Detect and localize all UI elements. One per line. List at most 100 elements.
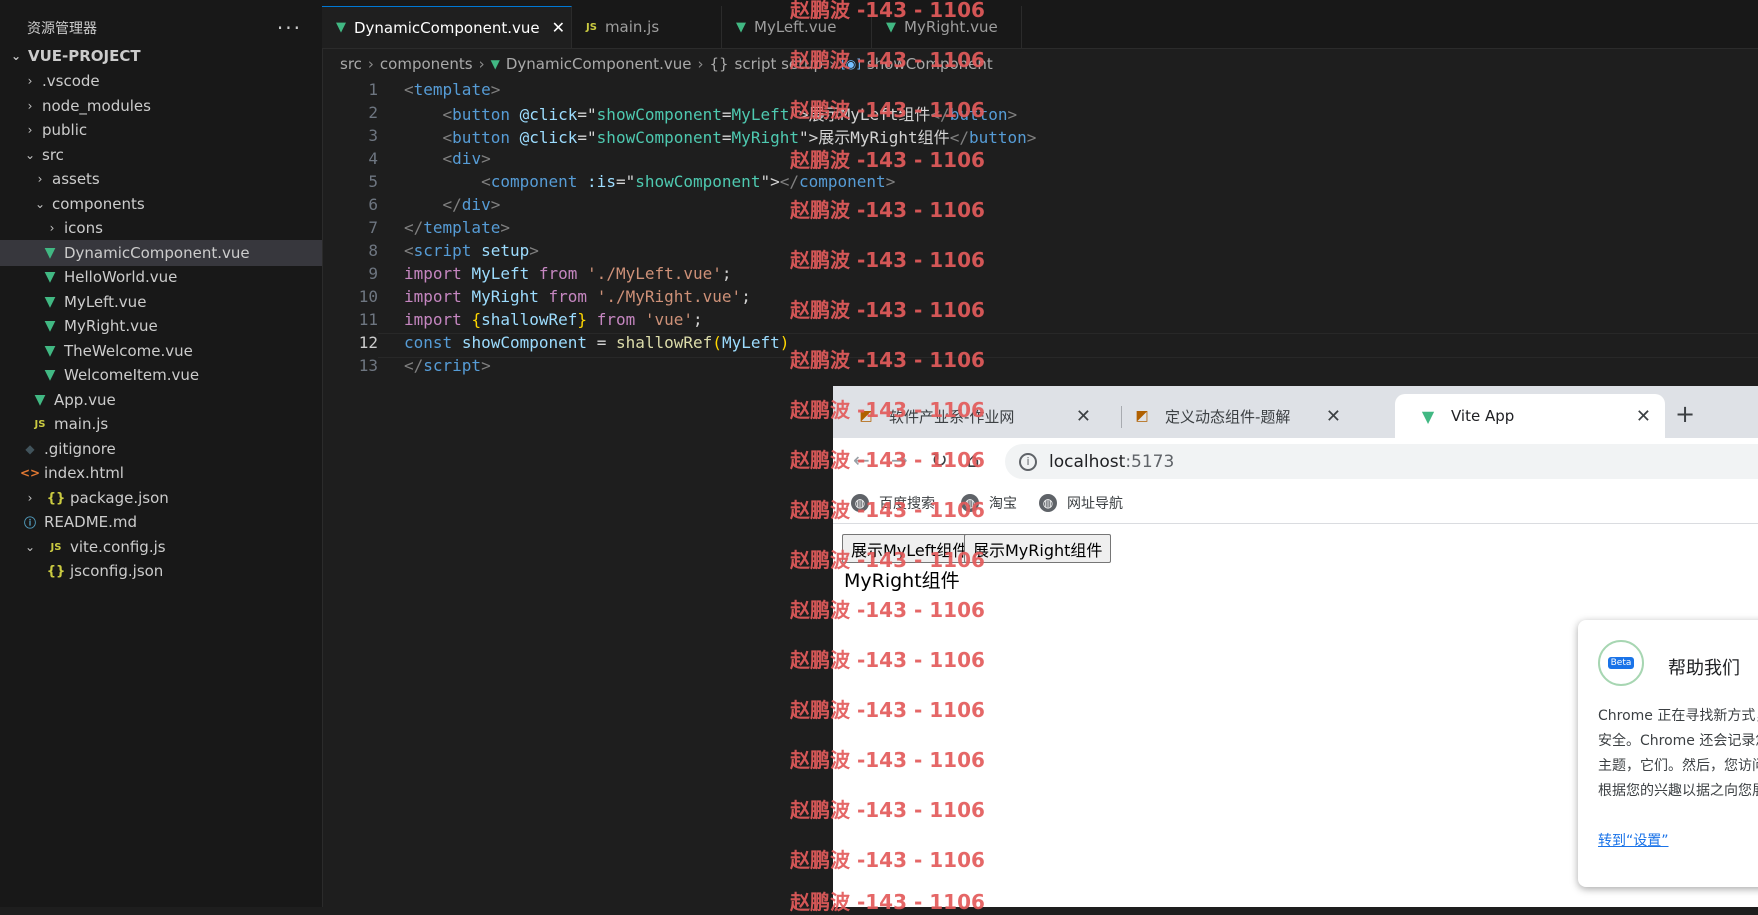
watermark: 赵鹏波 -143 - 1106 (790, 48, 985, 72)
tree-item-vscode[interactable]: › .vscode (0, 68, 322, 94)
globe-icon: ◍ (1039, 494, 1057, 512)
vue-file-icon: ▼ (44, 294, 56, 310)
watermark: 赵鹏波 -143 - 1106 (790, 848, 985, 872)
watermark: 赵鹏波 -143 - 1106 (790, 198, 985, 222)
browser-tab-solution[interactable]: ◩ 定义动态组件-题解 ✕ (1083, 394, 1355, 438)
vue-logo-icon: ▼ (1421, 406, 1435, 426)
tree-item-dynamic-component[interactable]: ▼ DynamicComponent.vue (0, 240, 322, 266)
code-text: </script> (404, 356, 491, 375)
tree-item-myright[interactable]: ▼ MyRight.vue (0, 313, 322, 339)
tree-item-readme[interactable]: ⓘ README.md (0, 509, 322, 535)
tree-item-label: icons (64, 219, 103, 237)
js-file-icon: JS (50, 541, 62, 553)
tree-item-label: src (42, 146, 64, 164)
more-actions-icon[interactable]: ··· (277, 16, 302, 40)
code-text: const showComponent = shallowRef(MyLeft) (404, 333, 790, 352)
line-number: 2 (368, 103, 378, 122)
show-myright-button[interactable]: 展示MyRight组件 (964, 534, 1112, 563)
watermark: 赵鹏波 -143 - 1106 (790, 98, 985, 122)
code-text: <component :is="showComponent"></compone… (481, 172, 896, 191)
close-icon[interactable]: ✕ (1636, 406, 1651, 427)
line-number: 9 (368, 264, 378, 283)
address-bar[interactable]: i localhost:5173 (1005, 444, 1758, 479)
watermark: 赵鹏波 -143 - 1106 (790, 448, 985, 472)
tree-item-node-modules[interactable]: › node_modules (0, 93, 322, 119)
watermark: 赵鹏波 -143 - 1106 (790, 748, 985, 772)
breadcrumb-item[interactable]: DynamicComponent.vue (506, 55, 692, 73)
bookmark-label: 网址导航 (1067, 496, 1123, 512)
code-line: 13 </script> (322, 354, 491, 377)
browser-tab-label: 定义动态组件-题解 (1165, 407, 1291, 426)
site-info-icon[interactable]: i (1019, 452, 1037, 471)
tree-item-src[interactable]: ⌄ src (0, 142, 322, 168)
line-number: 7 (368, 218, 378, 237)
tree-item-thewelcome[interactable]: ▼ TheWelcome.vue (0, 338, 322, 364)
chevron-right-icon: › (27, 123, 33, 137)
code-text: <template> (404, 80, 501, 99)
explorer-title: 资源管理器 (27, 21, 97, 37)
tab-main-js[interactable]: JS main.js (572, 6, 722, 48)
tree-item-label: .gitignore (44, 440, 116, 458)
browser-tab-vite-app[interactable]: ▼ Vite App ✕ (1395, 394, 1665, 438)
close-icon[interactable]: ✕ (1326, 406, 1341, 427)
site-favicon-icon: ◩ (1135, 408, 1149, 424)
js-file-icon: JS (34, 418, 46, 430)
tree-item-label: DynamicComponent.vue (64, 244, 250, 262)
tree-item-index-html[interactable]: <> index.html (0, 460, 322, 486)
line-number: 1 (368, 80, 378, 99)
tree-item-assets[interactable]: › assets (0, 166, 322, 192)
tree-item-label: package.json (70, 489, 169, 507)
tree-item-public[interactable]: › public (0, 117, 322, 143)
project-root[interactable]: ⌄ VUE-PROJECT (0, 43, 322, 69)
tab-dynamic-component[interactable]: ▼ DynamicComponent.vue ✕ (322, 6, 572, 48)
tree-item-welcomeitem[interactable]: ▼ WelcomeItem.vue (0, 362, 322, 388)
tree-item-label: MyLeft.vue (64, 293, 147, 311)
breadcrumb-item[interactable]: src (340, 55, 362, 73)
tree-item-main-js[interactable]: JS main.js (0, 411, 322, 437)
tab-label: DynamicComponent.vue (354, 18, 540, 37)
close-icon[interactable]: ✕ (552, 18, 565, 37)
vue-file-icon: ▼ (736, 19, 746, 35)
tree-item-label: components (52, 195, 145, 213)
tree-item-icons[interactable]: › icons (0, 215, 322, 241)
tree-item-label: vite.config.js (70, 538, 166, 556)
line-number: 13 (358, 356, 378, 375)
explorer-sidebar: 资源管理器 ··· ⌄ VUE-PROJECT › .vscode › node… (0, 0, 323, 907)
tree-item-label: TheWelcome.vue (64, 342, 193, 360)
tree-item-label: WelcomeItem.vue (64, 366, 200, 384)
watermark: 赵鹏波 -143 - 1106 (790, 890, 985, 914)
vue-file-icon: ▼ (44, 367, 56, 383)
tree-item-app-vue[interactable]: ▼ App.vue (0, 387, 322, 413)
chevron-down-icon: ⌄ (34, 197, 46, 211)
tree-item-myleft[interactable]: ▼ MyLeft.vue (0, 289, 322, 315)
chevron-down-icon: ⌄ (24, 148, 36, 162)
settings-link[interactable]: 转到“设置” (1598, 830, 1669, 850)
new-tab-button[interactable]: + (1675, 400, 1695, 428)
vue-file-icon: ▼ (44, 269, 56, 285)
tree-item-jsconfig[interactable]: {} jsconfig.json (0, 558, 322, 584)
vue-file-icon: ▼ (336, 20, 346, 35)
code-text: import {shallowRef} from 'vue'; (404, 310, 703, 329)
breadcrumb-item[interactable]: components (380, 55, 473, 73)
code-line: 10 import MyRight from './MyRight.vue'; (322, 285, 751, 308)
chevron-right-icon: › (697, 55, 704, 73)
tree-item-label: assets (52, 170, 100, 188)
code-line: 9 import MyLeft from './MyLeft.vue'; (322, 262, 731, 285)
tree-item-package-json[interactable]: › {} package.json (0, 485, 322, 511)
watermark: 赵鹏波 -143 - 1106 (790, 298, 985, 322)
tree-item-helloworld[interactable]: ▼ HelloWorld.vue (0, 264, 322, 290)
tree-item-gitignore[interactable]: ◆ .gitignore (0, 436, 322, 462)
chevron-right-icon: › (27, 491, 33, 505)
tree-item-vite-config[interactable]: ⌄ JS vite.config.js (0, 534, 322, 560)
chevron-right-icon: › (27, 99, 33, 113)
vue-file-icon: ▼ (44, 318, 56, 334)
code-text: import MyRight from './MyRight.vue'; (404, 287, 751, 306)
bookmark-nav[interactable]: ◍ 网址导航 (1039, 493, 1123, 513)
chevron-down-icon: ⌄ (24, 540, 36, 554)
tree-item-label: HelloWorld.vue (64, 268, 178, 286)
tree-item-components[interactable]: ⌄ components (0, 191, 322, 217)
popup-body: Chrome 正在寻找新方式，让网络更安全。Chrome 还会记录您感兴趣的主题… (1598, 708, 1758, 799)
watermark: 赵鹏波 -143 - 1106 (790, 648, 985, 672)
tree-item-label: jsconfig.json (70, 562, 164, 580)
code-line: 11 import {shallowRef} from 'vue'; (322, 308, 703, 331)
